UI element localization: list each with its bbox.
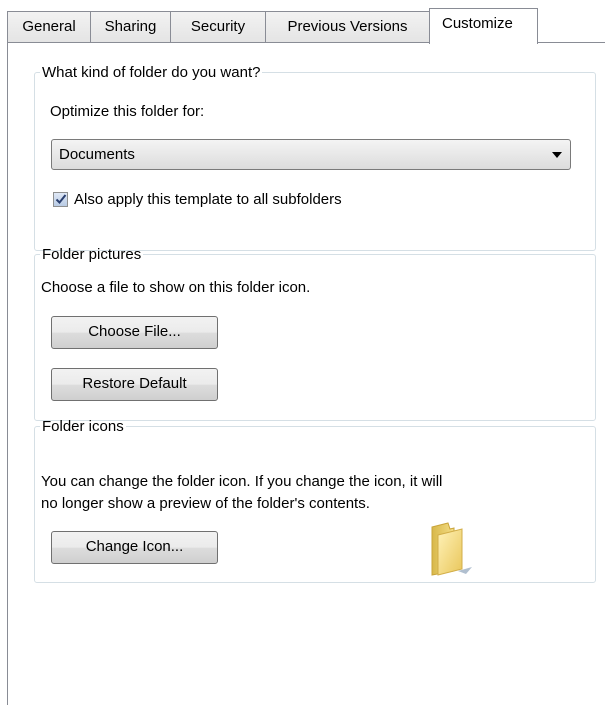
change-icon-button[interactable]: Change Icon... [51, 531, 218, 564]
tab-security[interactable]: Security [170, 11, 266, 43]
optimize-dropdown-value: Documents [59, 146, 135, 163]
folder-kind-legend: What kind of folder do you want? [42, 64, 261, 81]
tab-strip: General Sharing Security Previous Versio… [0, 8, 605, 44]
optimize-dropdown[interactable]: Documents [51, 139, 571, 170]
apply-subfolders-checkbox[interactable] [53, 192, 68, 207]
folder-pictures-legend: Folder pictures [42, 246, 142, 263]
tab-customize[interactable]: Customize [429, 8, 538, 44]
choose-file-button[interactable]: Choose File... [51, 316, 218, 349]
folder-icon [428, 521, 478, 577]
checkmark-icon [55, 194, 67, 204]
tab-general[interactable]: General [7, 11, 91, 43]
restore-default-button[interactable]: Restore Default [51, 368, 218, 401]
folder-icons-description-line2: no longer show a preview of the folder's… [41, 495, 370, 512]
tab-previous-versions[interactable]: Previous Versions [265, 11, 430, 43]
folder-icons-legend: Folder icons [42, 418, 124, 435]
chevron-down-icon [552, 152, 562, 158]
folder-icons-description-line1: You can change the folder icon. If you c… [41, 473, 443, 490]
tab-sharing[interactable]: Sharing [90, 11, 171, 43]
customize-panel: What kind of folder do you want? Optimiz… [7, 42, 605, 705]
apply-subfolders-label[interactable]: Also apply this template to all subfolde… [74, 191, 342, 208]
optimize-label: Optimize this folder for: [50, 103, 205, 120]
properties-dialog: General Sharing Security Previous Versio… [0, 0, 605, 705]
folder-pictures-description: Choose a file to show on this folder ico… [41, 279, 311, 296]
